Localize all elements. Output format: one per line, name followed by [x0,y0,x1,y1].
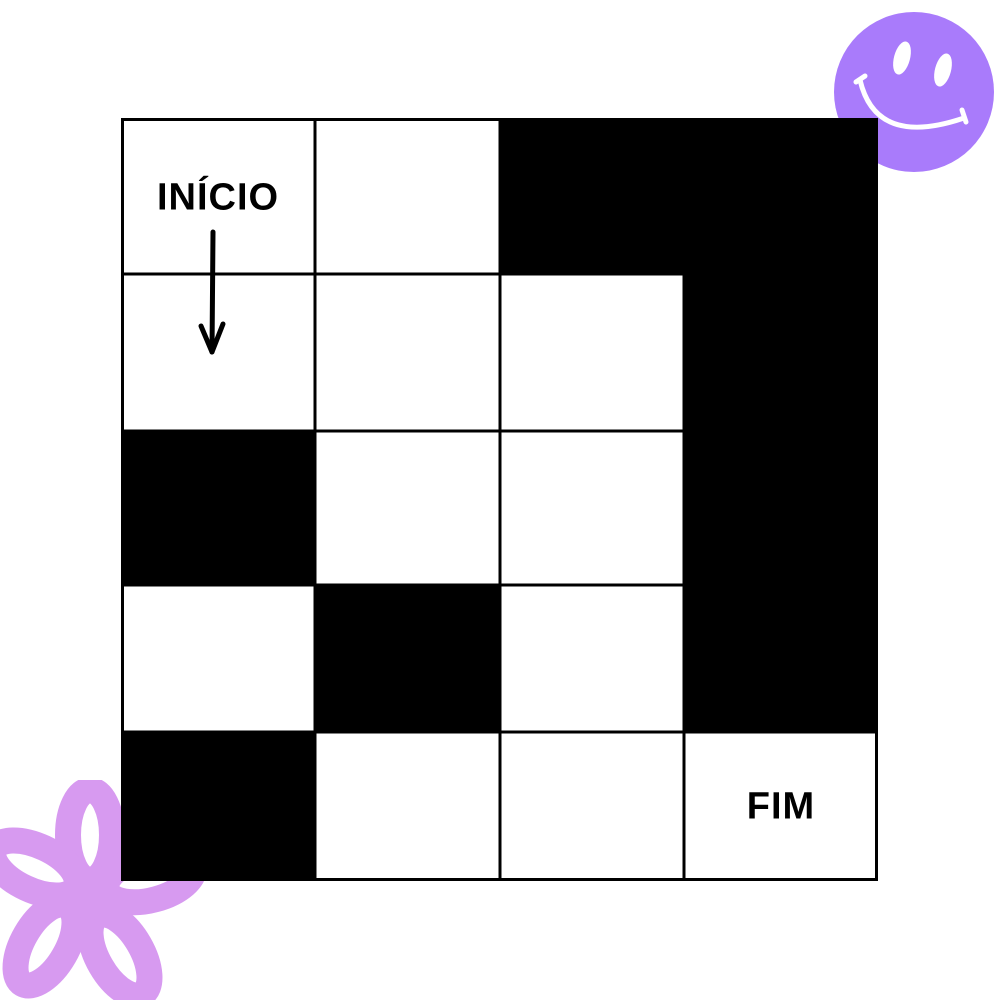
maze-path-cell [315,732,500,881]
arrow-down-icon [198,229,226,355]
maze-path-cell [500,274,684,431]
maze-path-cell [500,732,684,881]
maze-wall-cell [684,431,878,585]
maze-wall-cell [315,585,500,732]
maze-wall-cell [684,274,878,431]
maze-path-cell [315,431,500,585]
maze-path-cell [500,585,684,732]
maze-worksheet: INÍCIO FIM [0,0,1000,1000]
maze-wall-cell [121,431,315,585]
maze-wall-cell [121,732,315,881]
maze-path-cell [121,585,315,732]
maze-path-cell [500,431,684,585]
maze-path-cell [315,274,500,431]
maze-wall-cell [684,118,878,274]
maze-path-cell [315,118,500,274]
maze-wall-cell [500,118,684,274]
maze-grid: INÍCIO FIM [121,118,878,881]
maze-wall-cell [684,585,878,732]
end-label: FIM [746,785,816,827]
start-label: INÍCIO [156,176,280,219]
